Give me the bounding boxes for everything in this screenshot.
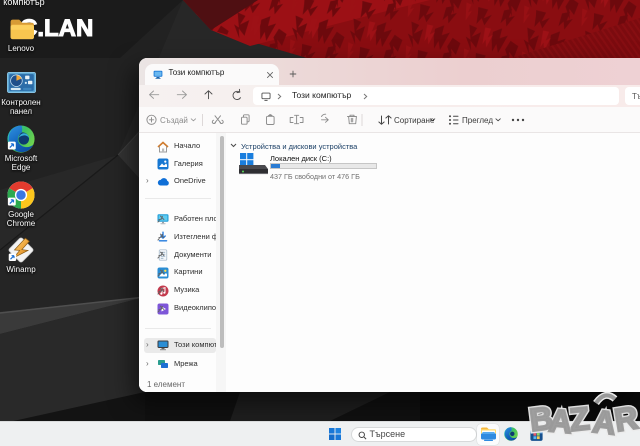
svg-text:R: R xyxy=(612,399,640,438)
svg-text:Сортиране: Сортиране xyxy=(394,116,435,125)
svg-text:Преглед: Преглед xyxy=(462,116,493,125)
svg-text:Създай: Създай xyxy=(160,116,188,125)
svg-text:Z: Z xyxy=(568,400,591,438)
